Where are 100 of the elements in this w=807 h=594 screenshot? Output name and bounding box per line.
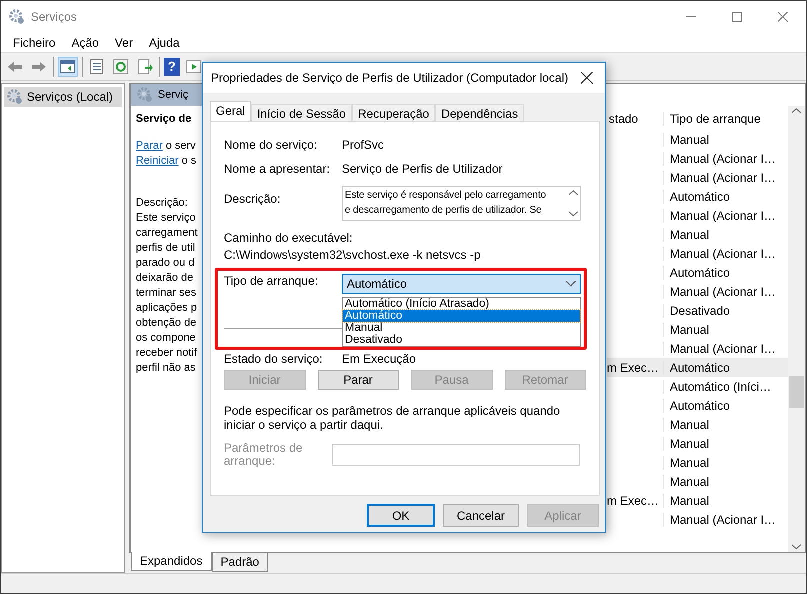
field-label: Caminho do executável: — [224, 231, 354, 245]
column-header[interactable]: stado — [607, 112, 663, 126]
tree-item[interactable]: Serviços (Local) — [4, 87, 122, 107]
table-cell: Automático (Iníci… — [670, 380, 772, 394]
display-name: Serviço de Perfis de Utilizador — [342, 162, 503, 176]
tab[interactable]: Recuperação — [352, 104, 436, 121]
tab[interactable]: Geral — [210, 101, 252, 121]
export-icon — [137, 58, 153, 74]
table-cell: Manual — [670, 228, 710, 242]
description-text: e descarregamento de perfis de utilizador. Se — [345, 204, 543, 218]
link-text: o s — [180, 155, 197, 167]
view-tab[interactable]: Expandidos — [131, 552, 212, 571]
description-text: perfis de util — [136, 241, 196, 256]
scroll-up-icon — [792, 108, 801, 114]
table-cell: Manual — [670, 322, 710, 336]
menu-item[interactable]: Ver — [107, 36, 142, 50]
table-cell: Manual (Acionar I… — [670, 284, 776, 298]
table-cell: Manual — [670, 474, 710, 488]
table-cell: Manual (Acionar I… — [670, 152, 776, 166]
tab[interactable]: Início de Sessão — [251, 104, 352, 121]
chevron-down-icon — [566, 281, 576, 287]
description-text: deixarão de — [136, 271, 194, 286]
pane-title: Serviç — [158, 89, 189, 101]
table-cell: Manual (Acionar I… — [670, 246, 776, 260]
description-text: perfil não as — [136, 361, 197, 376]
dialog-button[interactable]: OK — [367, 504, 435, 527]
tab[interactable]: Dependências — [435, 104, 524, 121]
field-label: Nome do serviço: — [224, 138, 318, 152]
scroll-down-icon — [792, 544, 801, 550]
startup-type-dropdown[interactable]: Automático — [342, 274, 581, 294]
action-link[interactable]: Reiniciar — [136, 155, 179, 167]
table-cell: Desativado — [670, 304, 730, 318]
description-text: aplicações p — [136, 301, 198, 316]
table-cell: Automático — [670, 266, 730, 280]
menu-item[interactable]: Ficheiro — [5, 36, 64, 50]
dropdown-option[interactable]: Automático — [343, 310, 580, 322]
table-cell: Manual (Acionar I… — [670, 170, 776, 184]
parameters-field[interactable] — [332, 444, 580, 466]
table-cell: m Exec… — [607, 494, 660, 508]
maximize-icon — [732, 12, 742, 22]
table-row[interactable]: m Exec… Automático — [607, 358, 788, 377]
refresh-icon — [113, 58, 129, 74]
description-text: Este serviço — [136, 211, 197, 226]
dialog-title: Propriedades de Serviço de Perfis de Utilizador (Computador local) — [211, 71, 569, 85]
gear-icon — [137, 87, 153, 103]
hint-text: Pode especificar os parâmetros de arranque aplicáveis quando iniciar o serviço a partir daqui. — [224, 404, 562, 432]
app-icon — [9, 9, 25, 25]
description-text: parado ou d — [136, 256, 196, 271]
table-cell: Manual — [670, 132, 710, 146]
table-cell: m Exec… — [607, 360, 660, 374]
scroll-down-icon — [568, 211, 578, 217]
field-label: Descrição: — [224, 191, 282, 206]
link-text: o serv — [164, 140, 196, 152]
scroll-up-icon — [568, 190, 578, 196]
close-icon — [581, 72, 593, 84]
gear-icon — [7, 89, 23, 105]
description-label: Descrição: — [136, 196, 189, 211]
dropdown-option[interactable]: Desativado — [343, 334, 580, 346]
menu-item[interactable]: Ajuda — [141, 36, 188, 50]
properties-icon — [89, 58, 105, 74]
column-header[interactable]: Tipo de arranque — [663, 112, 780, 126]
description-text: carregament — [136, 226, 199, 241]
table-cell: Automático — [670, 190, 730, 204]
scrollbar[interactable] — [788, 106, 805, 552]
description-text: terminar ses — [136, 286, 198, 301]
scroll-thumb[interactable] — [789, 376, 804, 408]
field-label: Estado do serviço: — [224, 352, 324, 366]
description-text: os compone — [136, 331, 197, 346]
help-button[interactable]: ? — [164, 58, 180, 76]
table-cell: Manual (Acionar I… — [670, 208, 776, 222]
table-cell: Manual — [670, 456, 710, 470]
dropdown-option[interactable]: Automático (Início Atrasado) — [343, 298, 580, 310]
description-text: receber notif — [136, 346, 198, 361]
dropdown-option[interactable]: Manual — [343, 322, 580, 334]
service-button[interactable]: Parar — [318, 370, 399, 390]
table-cell: Manual (Acionar I… — [670, 512, 776, 526]
table-cell: Automático — [670, 398, 730, 412]
window-title: Serviços — [31, 10, 78, 24]
table-cell: Manual — [670, 418, 710, 432]
service-status: Em Execução — [342, 352, 416, 366]
table-cell: Manual (Acionar I… — [670, 342, 776, 356]
pane-toggle-button[interactable] — [58, 56, 78, 76]
table-cell: Automático — [670, 360, 730, 374]
field-label: Tipo de arranque: — [224, 274, 320, 288]
service-name: ProfSvc — [342, 138, 384, 152]
description-text: Este serviço é responsável pelo carregamento — [345, 189, 548, 203]
dialog-button[interactable]: Cancelar — [443, 504, 519, 527]
service-title: Serviço de — [136, 112, 193, 127]
menu-item[interactable]: Ação — [64, 36, 108, 50]
action-link[interactable]: Parar — [136, 140, 163, 152]
pane-toggle-icon — [60, 58, 76, 74]
close-icon — [778, 12, 788, 22]
field-label: Nome a apresentar: — [224, 162, 332, 176]
table-cell: Manual — [670, 436, 710, 450]
view-tab[interactable]: Padrão — [212, 553, 268, 572]
table-cell: Manual — [670, 494, 710, 508]
field-label: Parâmetros de arranque: — [224, 442, 304, 468]
refresh-button[interactable] — [111, 56, 131, 76]
executable-path: C:\Windows\system32\svchost.exe -k netsvcs -p — [224, 248, 482, 262]
description-field[interactable]: Este serviço é responsável pelo carregamento e descarregamento de perfis de utilizador. Se — [342, 186, 581, 221]
